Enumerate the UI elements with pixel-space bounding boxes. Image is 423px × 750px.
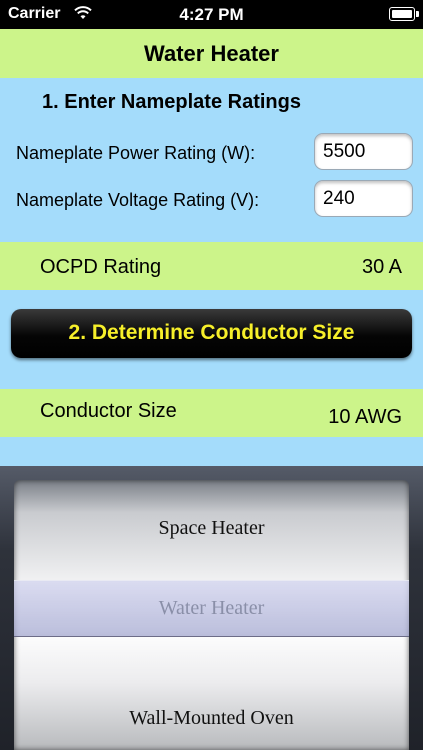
- picker-selection-indicator[interactable]: Water Heater: [14, 580, 409, 637]
- picker-item-space-heater[interactable]: Space Heater: [14, 517, 409, 540]
- conductor-label: Conductor Size: [40, 400, 177, 422]
- voltage-rating-input[interactable]: [314, 180, 413, 217]
- picker-item-water-heater: Water Heater: [158, 597, 265, 619]
- ocpd-value: 30 A: [361, 256, 402, 278]
- determine-conductor-label: 2. Determine Conductor Size: [68, 321, 355, 344]
- voltage-rating-label: Nameplate Voltage Rating (V):: [16, 190, 260, 210]
- conductor-band: Conductor Size 10 AWG: [0, 389, 423, 437]
- ocpd-label: OCPD Rating: [40, 256, 162, 278]
- picker-item-wall-mounted-oven[interactable]: Wall-Mounted Oven: [14, 707, 409, 730]
- title-bar: Water Heater: [0, 29, 423, 78]
- power-rating-label: Nameplate Power Rating (W):: [16, 143, 256, 163]
- power-rating-input[interactable]: [314, 133, 413, 170]
- battery-icon: [389, 7, 419, 21]
- status-bar: Carrier 4:27 PM: [0, 0, 423, 29]
- page-title: Water Heater: [144, 41, 279, 66]
- ocpd-band: OCPD Rating 30 A: [0, 242, 423, 290]
- main-content: Water Heater 1. Enter Nameplate Ratings …: [0, 29, 423, 466]
- determine-conductor-button[interactable]: 2. Determine Conductor Size: [11, 309, 412, 358]
- status-time: 4:27 PM: [179, 5, 244, 24]
- conductor-value: 10 AWG: [328, 406, 402, 428]
- section1-heading: 1. Enter Nameplate Ratings: [42, 91, 301, 113]
